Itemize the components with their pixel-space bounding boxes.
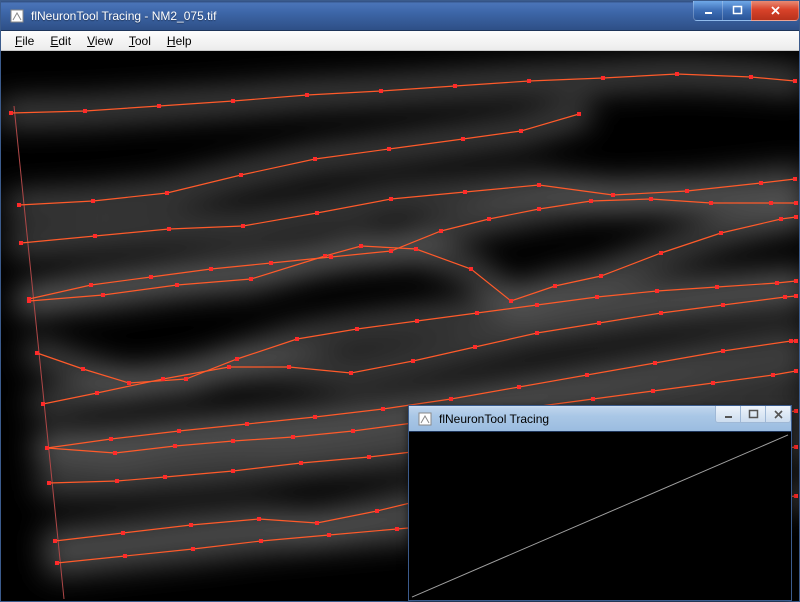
app-icon xyxy=(417,411,433,427)
child-maximize-button[interactable] xyxy=(740,406,766,423)
minimize-button[interactable] xyxy=(693,1,723,21)
child-plot-area[interactable] xyxy=(410,433,790,599)
child-plot-canvas xyxy=(410,433,790,599)
child-window-controls xyxy=(716,406,791,426)
app-icon xyxy=(9,8,25,24)
main-window-controls xyxy=(694,1,799,21)
menu-edit[interactable]: Edit xyxy=(42,32,79,50)
menu-file[interactable]: File xyxy=(7,32,42,50)
child-titlebar[interactable]: flNeuronTool Tracing xyxy=(409,406,791,432)
menu-help[interactable]: Help xyxy=(159,32,200,50)
menu-view[interactable]: View xyxy=(79,32,121,50)
child-close-button[interactable] xyxy=(765,406,791,423)
main-titlebar[interactable]: flNeuronTool Tracing - NM2_075.tif xyxy=(1,1,799,31)
menubar: File Edit View Tool Help xyxy=(1,31,799,51)
maximize-button[interactable] xyxy=(722,1,752,21)
child-window[interactable]: flNeuronTool Tracing xyxy=(408,405,792,601)
close-button[interactable] xyxy=(751,1,799,21)
child-title: flNeuronTool Tracing xyxy=(439,412,549,426)
main-title: flNeuronTool Tracing - NM2_075.tif xyxy=(31,9,216,23)
menu-tool[interactable]: Tool xyxy=(121,32,159,50)
child-minimize-button[interactable] xyxy=(715,406,741,423)
